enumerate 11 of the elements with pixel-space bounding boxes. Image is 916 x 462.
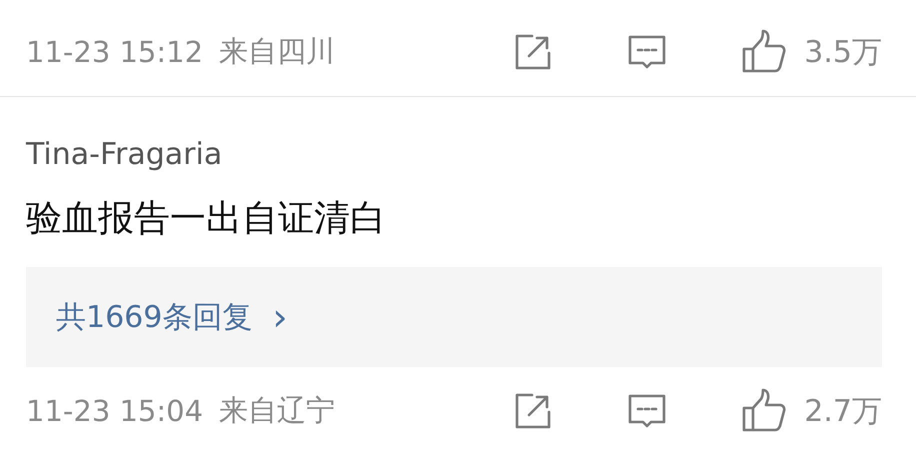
comment-time: 11-23 15:12 <box>26 35 204 69</box>
comment-text: 验血报告一出自证清白 <box>26 197 387 241</box>
replies-link[interactable]: 共1669条回复 › <box>26 267 882 367</box>
thumbs-up-icon[interactable] <box>740 29 786 75</box>
comment-location: 来自辽宁 <box>219 392 336 429</box>
like-count: 2.7万 <box>804 392 882 430</box>
like-count: 3.5万 <box>804 34 882 72</box>
thumbs-up-icon[interactable] <box>740 388 786 434</box>
comment-location: 来自四川 <box>219 33 336 70</box>
comment-author[interactable]: Tina-Fragaria <box>26 137 916 172</box>
comment-time: 11-23 15:04 <box>26 394 204 428</box>
